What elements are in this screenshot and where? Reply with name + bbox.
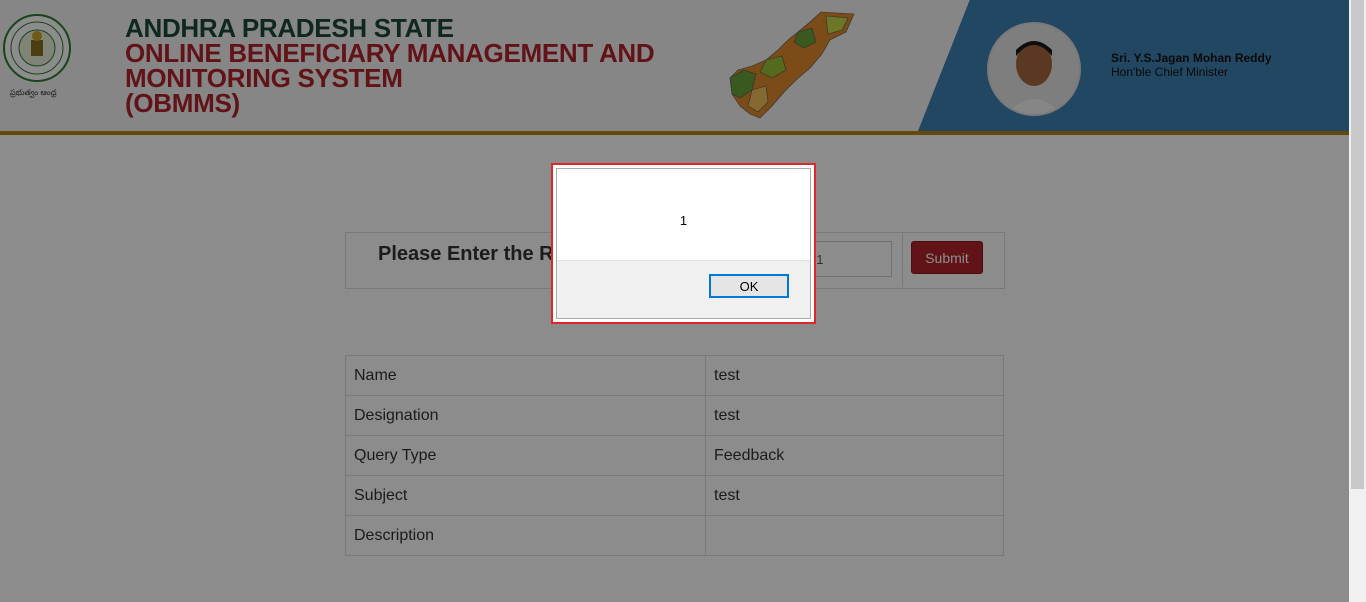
alert-footer: OK [557,260,810,318]
alert-message: 1 [679,213,688,228]
ok-button[interactable]: OK [709,274,789,298]
alert-dialog: 1 OK [551,163,816,324]
scrollbar-thumb[interactable] [1351,0,1364,489]
alert-dialog-body: 1 OK [556,168,811,319]
